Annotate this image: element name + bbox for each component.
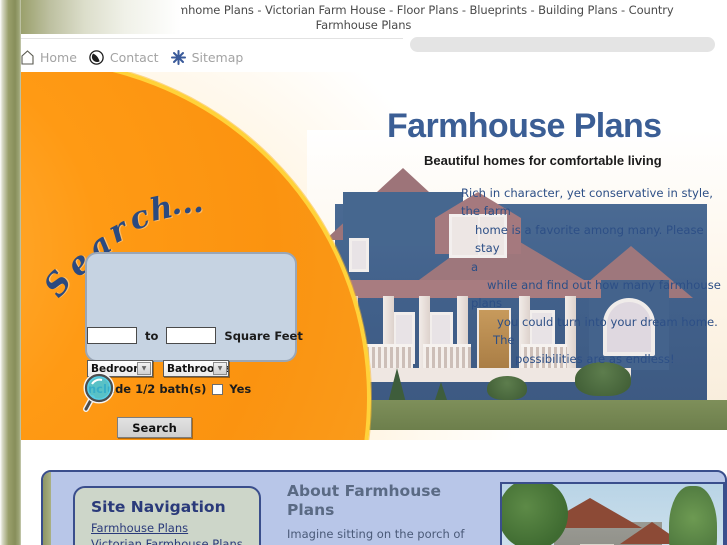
site-navigation-heading: Site Navigation — [91, 498, 226, 516]
nav-item-sitemap[interactable]: Sitemap — [192, 50, 244, 65]
hero-copy-line-3: home is a favorite among many. Please st… — [475, 222, 704, 256]
chevron-down-icon[interactable]: ▼ — [137, 362, 151, 375]
hero-section: Rich in character, yet conservative in s… — [21, 72, 727, 440]
chevron-down-icon[interactable]: ▼ — [213, 362, 227, 375]
about-section: About Farmhouse Plans Imagine sitting on… — [287, 482, 487, 545]
nav-item-home[interactable]: Home — [40, 50, 77, 65]
hero-copy-line-8: The — [493, 333, 515, 348]
site-navigation-box: Site Navigation Farmhouse Plans Victoria… — [73, 486, 261, 545]
hero-copy-line-5: while and find out how many farmhouse — [487, 278, 721, 293]
about-body: Imagine sitting on the porch of your new… — [287, 527, 465, 545]
sqft-label: Square Feet — [224, 328, 303, 343]
site-frame: Home Contact Sitemap Rich in character, … — [21, 34, 727, 545]
page-root: Farmhouse Plans - Farmhome Plans - Victo… — [0, 0, 727, 545]
hero-paragraph: Rich in character, yet conservative in s… — [461, 184, 727, 368]
sqft-to-label: to — [145, 328, 159, 343]
lower-panel-left-rail — [43, 472, 51, 545]
left-decorative-band — [0, 0, 21, 545]
search-button[interactable]: Search — [117, 417, 192, 438]
home-icon — [21, 50, 34, 65]
left-decorative-band-top — [21, 0, 181, 34]
magnifier-icon — [83, 372, 119, 417]
bathrooms-select[interactable]: Bathrooms ▼ — [163, 360, 229, 377]
square-feet-row: to Square Feet — [87, 327, 303, 344]
half-bath-checkbox[interactable] — [212, 383, 224, 395]
hero-copy-line-2: the farm — [461, 204, 511, 219]
hero-copy-line-4: a — [471, 259, 479, 274]
sqft-max-input[interactable] — [166, 327, 217, 344]
about-thumbnail-image — [500, 482, 725, 545]
lower-content-panel: Site Navigation Farmhouse Plans Victoria… — [41, 470, 727, 545]
nav-links: Home Contact Sitemap — [21, 50, 249, 65]
hero-title: Farmhouse Plans — [387, 107, 662, 145]
search-panel — [85, 252, 297, 362]
half-bath-yes-label: Yes — [229, 382, 252, 396]
star-icon — [170, 50, 186, 65]
nav-pill-bar — [410, 37, 715, 52]
sqft-min-input[interactable] — [87, 327, 137, 344]
hero-copy-line-9: possibilities are as endless! — [515, 351, 675, 366]
top-navigation-bar: Home Contact Sitemap — [21, 34, 727, 72]
nav-hairline — [21, 38, 403, 39]
sidebar-item-farmhouse-plans[interactable]: Farmhouse Plans — [91, 520, 259, 536]
hero-copy-line-1: Rich in character, yet conservative in s… — [461, 186, 713, 200]
about-heading: About Farmhouse Plans — [287, 482, 441, 519]
hero-copy-line-7: you could turn into your dream home. — [497, 314, 718, 329]
phone-icon — [89, 50, 104, 65]
nav-item-contact[interactable]: Contact — [110, 50, 159, 65]
hero-subtitle: Beautiful homes for comfortable living — [424, 153, 662, 168]
hero-copy-line-6: plans — [471, 296, 503, 311]
sidebar-item-victorian-farmhouse-plans[interactable]: Victorian Farmhouse Plans — [91, 536, 259, 545]
